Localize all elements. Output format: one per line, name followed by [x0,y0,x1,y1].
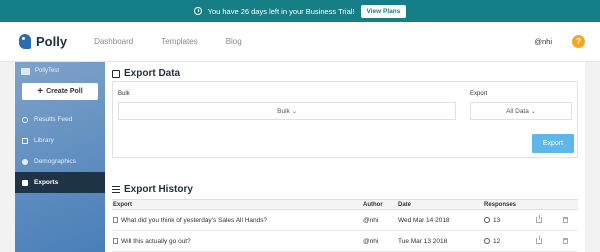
table-row[interactable]: What did you think of yesterday's Sales … [112,210,578,231]
poll-name: PollyTest [35,68,60,74]
row-responses: 13 [493,216,501,224]
delete-button[interactable] [552,217,578,223]
export-data-title: Export Data [124,68,181,79]
export-history-table: Export Author Date Responses What did yo… [112,199,578,252]
user-menu[interactable]: @nhi [534,37,552,46]
exports-icon [22,179,28,186]
view-plans-button[interactable]: View Plans [360,4,407,18]
logo[interactable]: Polly [19,34,67,49]
trial-banner: You have 26 days left in your Business T… [0,0,600,22]
sidebar-item-label: Demographics [34,158,76,165]
column-responses: Responses [484,201,517,208]
document-icon [113,217,118,223]
help-icon[interactable]: ? [572,35,585,48]
sidebar-item-exports[interactable]: Exports [15,172,105,193]
nav-templates[interactable]: Templates [161,37,197,46]
column-author: Author [363,201,383,208]
sidebar-item-demographics[interactable]: Demographics [15,151,105,172]
row-author: @nhi [363,237,379,245]
plus-icon: + [37,85,44,97]
nav-blog[interactable]: Blog [226,37,242,46]
sidebar-item-label: Exports [34,179,59,186]
export-data-icon [112,69,120,78]
export-select-value: All Data [506,107,529,115]
sidebar: PollyTest + Create Poll Results Feed Lib… [15,62,105,252]
responses-icon [484,238,490,244]
export-type-select[interactable]: All Data ⌄ [470,102,572,120]
chevron-down-icon: ⌄ [530,108,536,115]
chevron-down-icon: ⌄ [291,108,297,115]
row-question: Will this actually go out? [121,237,191,245]
table-header: Export Author Date Responses [112,199,578,210]
nav-dashboard[interactable]: Dashboard [94,37,133,46]
row-author: @nhi [363,216,379,224]
table-row[interactable]: Will this actually go out? @nhi Tue Mar … [112,231,578,252]
row-date: Tue Mar 13 2018 [398,237,448,245]
list-icon [112,186,120,193]
sidebar-item-label: Results Feed [34,116,73,123]
feed-icon [22,116,28,123]
sidebar-item-label: Library [34,137,54,144]
demographics-icon [22,158,28,165]
bulk-label: Bulk [118,91,130,97]
download-icon [536,236,542,244]
library-icon [22,137,28,144]
trial-message: You have 26 days left in your Business T… [207,6,355,16]
row-question: What did you think of yesterday's Sales … [121,216,268,224]
create-poll-label: Create Poll [46,88,83,95]
download-icon [536,215,542,223]
main-content: Export Data Bulk Export Bulk ⌄ All Data … [105,62,585,252]
bulk-select-value: Bulk [277,107,290,115]
brand-name: Polly [36,34,68,49]
sidebar-item-library[interactable]: Library [15,130,105,151]
trash-icon [562,238,568,244]
delete-button[interactable] [552,238,578,244]
export-type-label: Export [470,91,488,97]
sidebar-item-results-feed[interactable]: Results Feed [15,109,105,130]
responses-icon [484,217,490,223]
create-poll-button[interactable]: + Create Poll [22,83,98,100]
polly-logo-icon [19,34,31,49]
document-icon [113,238,118,244]
export-form: Bulk Export Bulk ⌄ All Data ⌄ Export [112,81,578,158]
bulk-select[interactable]: Bulk ⌄ [118,102,456,120]
column-date: Date [398,201,412,208]
row-date: Wed Mar 14 2018 [398,216,450,224]
download-button[interactable] [526,236,552,244]
poll-icon [21,67,30,75]
export-button[interactable]: Export [532,134,574,153]
column-export: Export [113,201,133,208]
export-data-heading: Export Data [112,68,180,79]
download-button[interactable] [526,215,552,223]
top-navigation: Polly Dashboard Templates Blog @nhi ? [0,22,600,62]
export-history-title: Export History [124,184,193,195]
export-history-heading: Export History [112,184,193,195]
trash-icon [562,217,568,223]
clock-icon [193,7,202,15]
row-responses: 12 [493,237,501,245]
poll-selector[interactable]: PollyTest [15,62,105,80]
